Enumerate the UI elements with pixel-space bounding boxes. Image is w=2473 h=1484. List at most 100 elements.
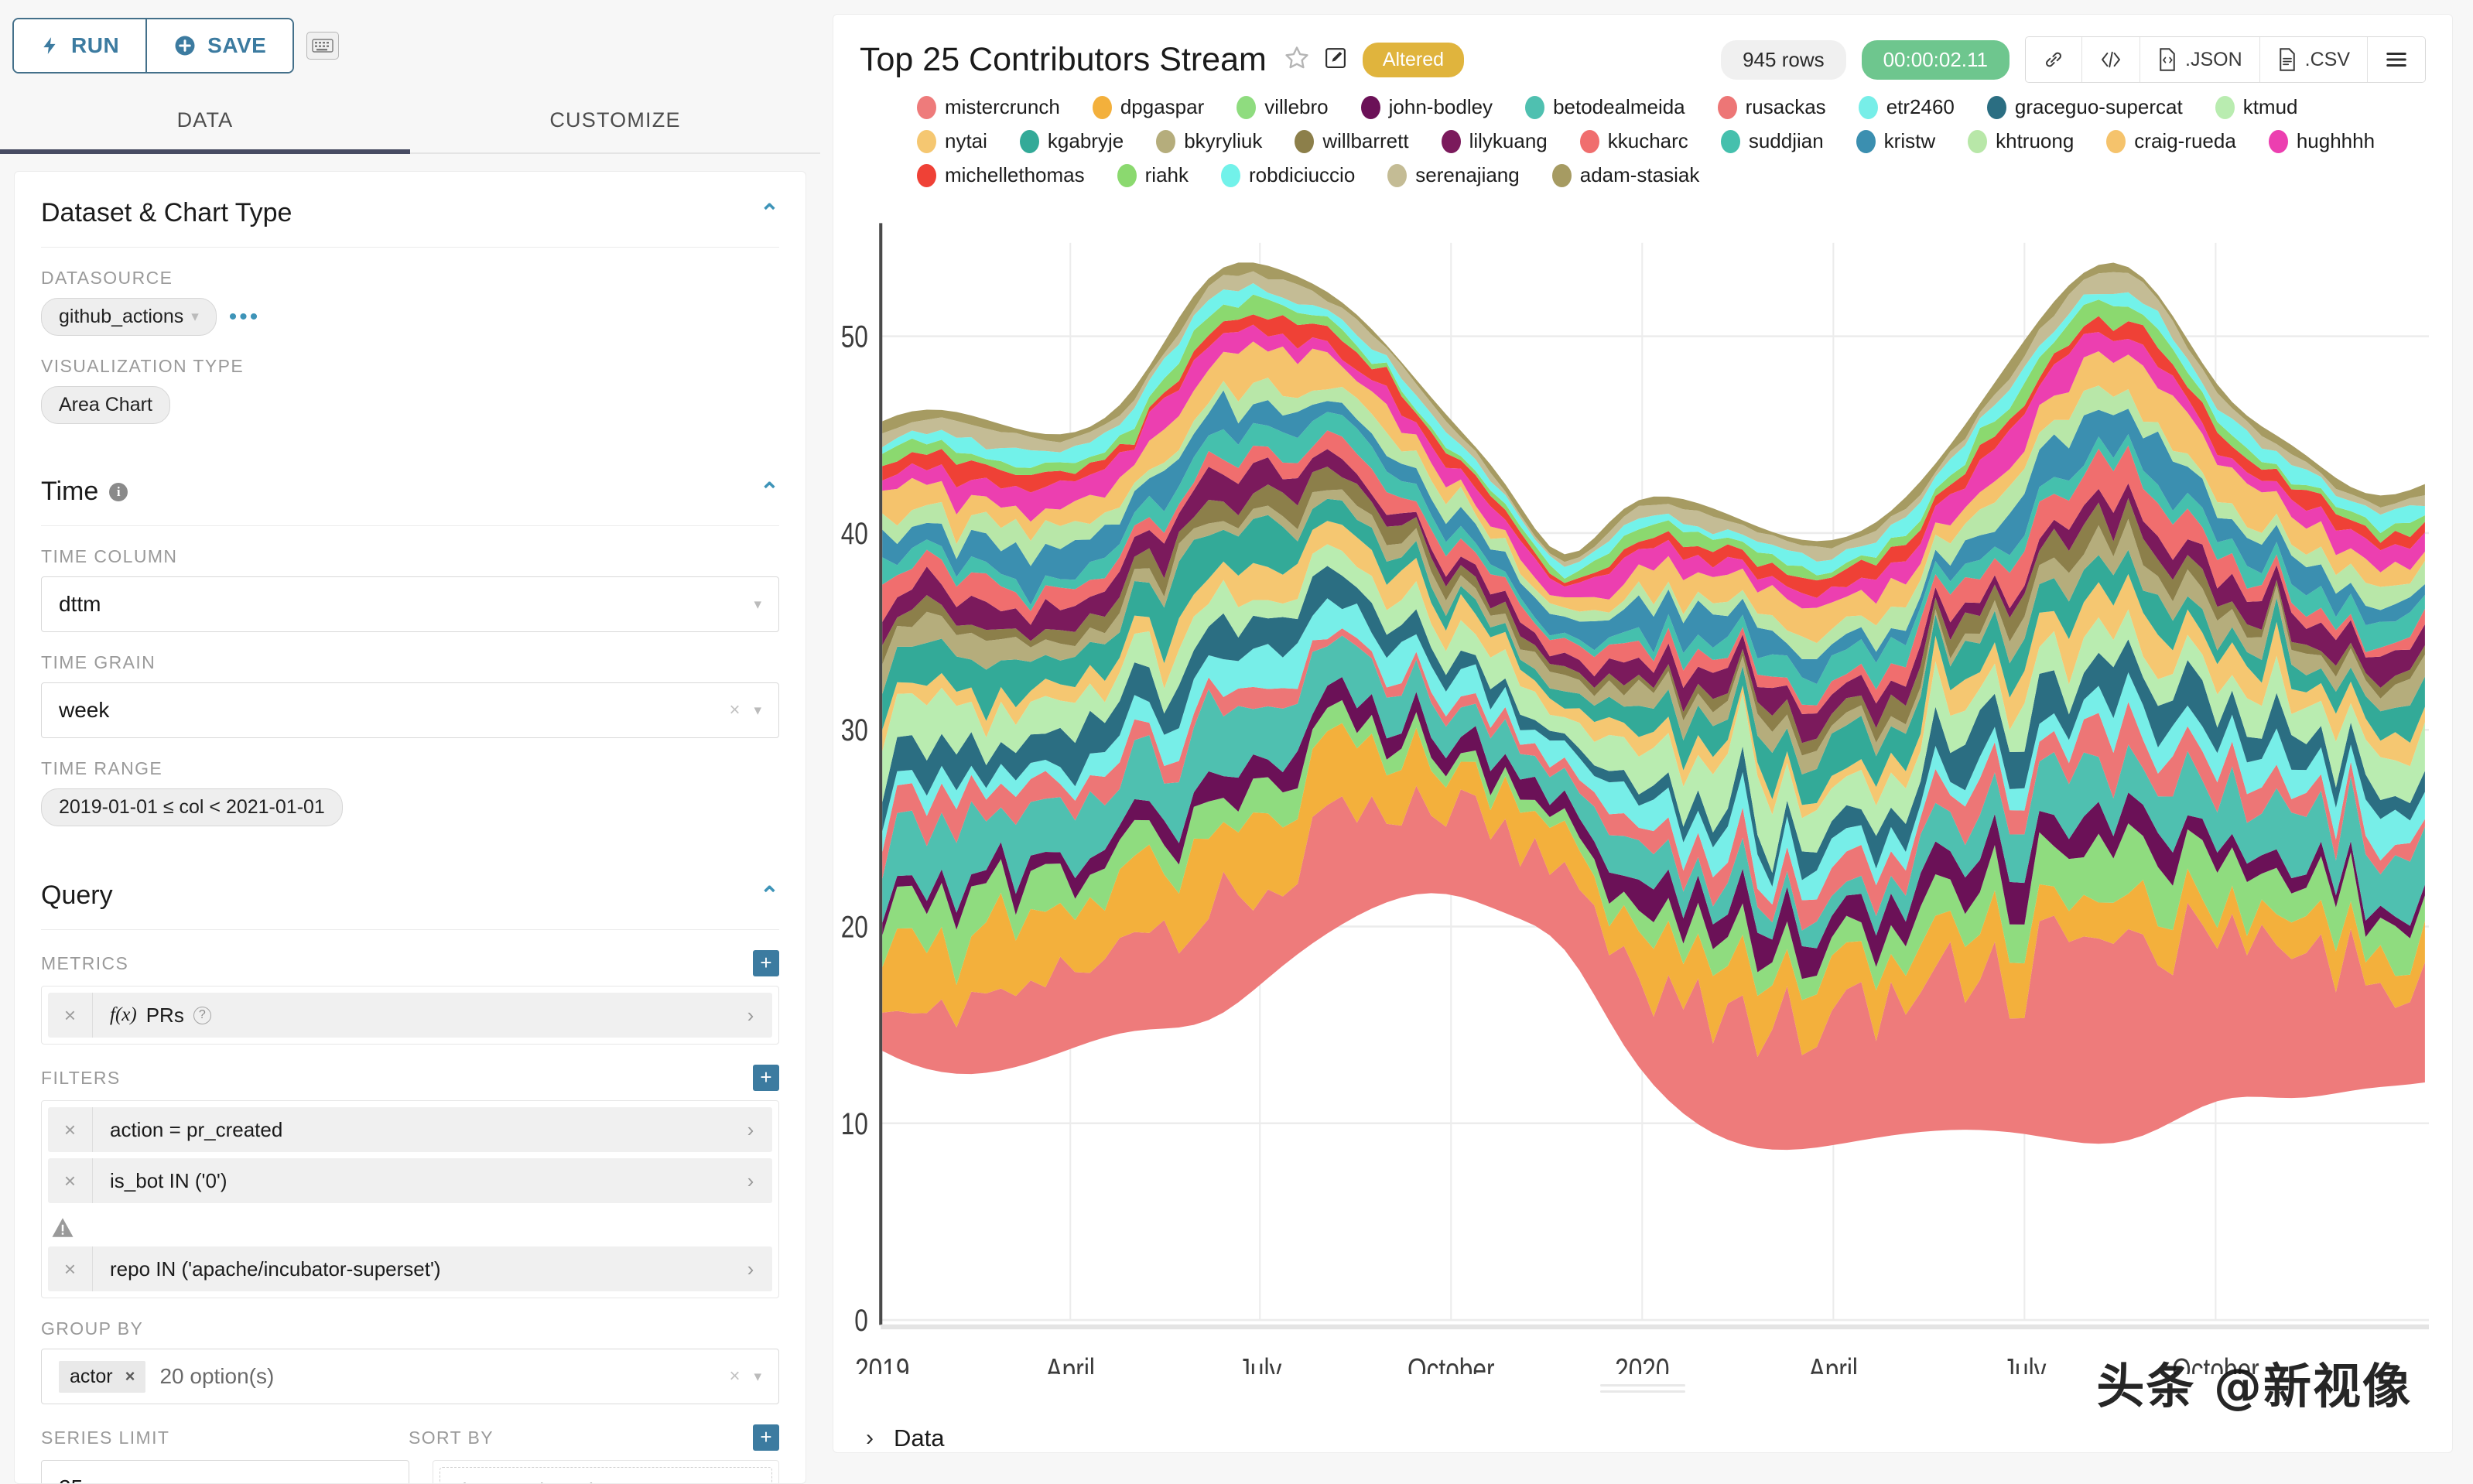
tab-customize[interactable]: CUSTOMIZE xyxy=(410,91,820,152)
legend-item[interactable]: kkucharc xyxy=(1579,129,1688,153)
export-csv-button[interactable]: .CSV xyxy=(2259,37,2367,82)
filters-list: × action = pr_created › × is_bot IN ('0'… xyxy=(41,1100,779,1298)
more-menu-button[interactable] xyxy=(2367,37,2425,82)
legend-item[interactable]: rusackas xyxy=(1717,95,1826,119)
legend-item[interactable]: bkyryliuk xyxy=(1156,129,1262,153)
section-header-query[interactable]: Query ⌃ xyxy=(41,854,779,929)
panel-tabs: DATA CUSTOMIZE xyxy=(0,91,820,154)
metric-item[interactable]: × f(x) PRs ? › xyxy=(48,993,772,1038)
legend-item-label: bkyryliuk xyxy=(1184,129,1263,152)
legend-item[interactable]: nytai xyxy=(917,129,987,153)
legend-color-swatch xyxy=(917,95,936,119)
legend-item[interactable]: villebro xyxy=(1236,95,1329,119)
datasource-select[interactable]: github_actions ▾ xyxy=(41,298,217,336)
clear-icon[interactable]: × xyxy=(729,699,740,721)
add-sort-button[interactable]: + xyxy=(753,1424,779,1451)
legend-item[interactable]: craig-rueda xyxy=(2106,129,2236,153)
resize-handle[interactable] xyxy=(833,1374,2452,1397)
legend-item-label: john-bodley xyxy=(1388,95,1493,118)
svg-text:October: October xyxy=(1408,1352,1495,1374)
legend-item[interactable]: etr2460 xyxy=(1858,95,1955,119)
add-metric-button[interactable]: + xyxy=(753,950,779,976)
limit-sort-label-row: SERIES LIMIT SORT BY + xyxy=(41,1424,779,1451)
group-by-select[interactable]: actor × 20 option(s) × ▾ xyxy=(41,1349,779,1404)
status-badge[interactable]: Altered xyxy=(1362,42,1465,77)
keyboard-shortcuts-button[interactable] xyxy=(306,32,340,60)
legend-item[interactable]: lilykuang xyxy=(1441,129,1548,153)
star-outline-icon[interactable] xyxy=(1284,45,1310,75)
chevron-right-icon[interactable]: › xyxy=(729,1118,772,1142)
data-panel-label: Data xyxy=(894,1424,945,1452)
time-grain-select[interactable]: week × ▾ xyxy=(41,682,779,738)
legend-color-swatch xyxy=(1441,129,1461,153)
legend-item-label: hughhhh xyxy=(2296,129,2376,152)
add-filter-button[interactable]: + xyxy=(753,1065,779,1091)
datasource-more-menu[interactable]: ••• xyxy=(229,304,261,330)
legend-item[interactable]: kristw xyxy=(1856,129,1935,153)
legend-item[interactable]: mistercrunch xyxy=(917,95,1060,119)
tab-data[interactable]: DATA xyxy=(0,91,410,154)
legend-item[interactable]: hughhhh xyxy=(2268,129,2376,153)
series-limit-value: 25 xyxy=(59,1475,83,1483)
series-limit-input[interactable]: 25 xyxy=(41,1460,409,1483)
legend-item[interactable]: betodealmeida xyxy=(1525,95,1685,119)
remove-metric-icon[interactable]: × xyxy=(48,993,93,1038)
section-header-dataset[interactable]: Dataset & Chart Type ⌃ xyxy=(41,172,779,247)
run-button[interactable]: RUN xyxy=(14,19,146,72)
legend-item[interactable]: suddjian xyxy=(1720,129,1824,153)
sort-by-dropzone[interactable]: drop a column here xyxy=(440,1467,772,1483)
chevron-right-icon[interactable]: › xyxy=(729,1257,772,1281)
data-panel-toggle[interactable]: › Data xyxy=(833,1397,2452,1452)
legend-item[interactable]: dpgaspar xyxy=(1092,95,1204,119)
chart-plot-area[interactable]: 0 10 20 30 40 50 2019 April July October… xyxy=(833,203,2452,1374)
legend-item[interactable]: riahk xyxy=(1117,163,1189,187)
remove-filter-icon[interactable]: × xyxy=(48,1107,93,1152)
time-range-button[interactable]: 2019-01-01 ≤ col < 2021-01-01 xyxy=(41,788,343,826)
info-icon[interactable]: i xyxy=(109,482,128,501)
time-column-select[interactable]: dttm ▾ xyxy=(41,576,779,632)
legend-item[interactable]: graceguo-supercat xyxy=(1986,95,2183,119)
save-button[interactable]: SAVE xyxy=(145,19,293,72)
visualization-type-button[interactable]: Area Chart xyxy=(41,386,170,424)
remove-filter-icon[interactable]: × xyxy=(48,1246,93,1291)
control-panel-scroll-area[interactable]: Dataset & Chart Type ⌃ DATASOURCE github… xyxy=(14,171,806,1484)
group-by-tag[interactable]: actor × xyxy=(59,1360,146,1393)
filter-item[interactable]: × repo IN ('apache/incubator-superset') … xyxy=(48,1246,772,1291)
legend-item-label: rusackas xyxy=(1745,95,1826,118)
export-csv-label: .CSV xyxy=(2304,48,2350,70)
run-save-button-group: RUN SAVE xyxy=(12,18,295,74)
remove-filter-icon[interactable]: × xyxy=(48,1158,93,1203)
legend-item[interactable]: willbarrett xyxy=(1295,129,1409,153)
filter-item[interactable]: × is_bot IN ('0') › xyxy=(48,1158,772,1203)
legend-item[interactable]: serenajiang xyxy=(1387,163,1520,187)
svg-text:October: October xyxy=(2172,1352,2259,1374)
share-link-button[interactable] xyxy=(2026,37,2082,82)
legend-item[interactable]: khtruong xyxy=(1968,129,2074,153)
legend-item[interactable]: michellethomas xyxy=(917,163,1085,187)
legend-item[interactable]: adam-stasiak xyxy=(1551,163,1699,187)
chevron-right-icon[interactable]: › xyxy=(729,1004,772,1028)
filter-item[interactable]: × action = pr_created › xyxy=(48,1107,772,1152)
section-title-dataset: Dataset & Chart Type xyxy=(41,198,292,227)
help-icon[interactable]: ? xyxy=(193,1006,211,1024)
section-header-time[interactable]: Time i ⌃ xyxy=(41,450,779,525)
legend-item[interactable]: kgabryje xyxy=(1019,129,1124,153)
tab-customize-label: CUSTOMIZE xyxy=(549,108,681,132)
chevron-right-icon[interactable]: › xyxy=(729,1169,772,1193)
export-json-button[interactable]: .JSON xyxy=(2140,37,2259,82)
remove-tag-icon[interactable]: × xyxy=(125,1366,135,1387)
legend-item-label: kristw xyxy=(1883,129,1936,152)
stream-chart-svg[interactable]: 0 10 20 30 40 50 2019 April July October… xyxy=(833,203,2429,1374)
legend-item[interactable]: ktmud xyxy=(2215,95,2298,119)
save-button-label: SAVE xyxy=(207,33,267,57)
clear-icon[interactable]: × xyxy=(729,1366,740,1387)
chevron-up-icon[interactable]: ⌃ xyxy=(760,884,779,908)
edit-pencil-icon[interactable] xyxy=(1324,46,1347,74)
chevron-up-icon[interactable]: ⌃ xyxy=(760,480,779,504)
stream-series-group[interactable] xyxy=(882,262,2425,1151)
legend-item[interactable]: robdiciuccio xyxy=(1221,163,1355,187)
view-query-button[interactable] xyxy=(2081,37,2140,82)
time-range-label: TIME RANGE xyxy=(41,758,163,778)
legend-item[interactable]: john-bodley xyxy=(1360,95,1493,119)
chevron-up-icon[interactable]: ⌃ xyxy=(760,201,779,225)
